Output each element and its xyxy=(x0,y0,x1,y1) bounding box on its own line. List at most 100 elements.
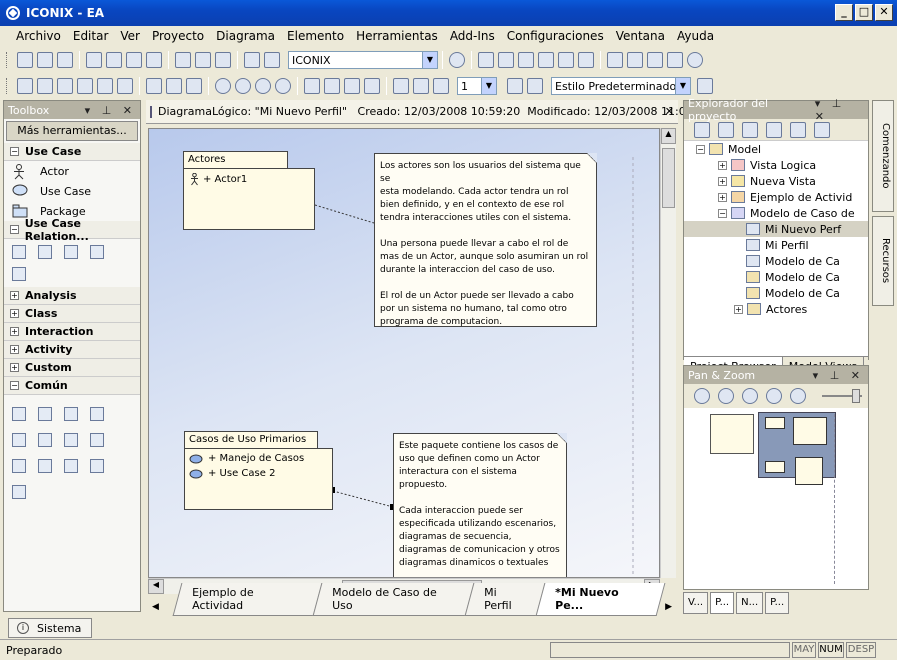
extend-icon[interactable] xyxy=(90,245,104,259)
menu-add-ins[interactable]: Add-Ins xyxy=(444,29,501,43)
tab-recursos[interactable]: Recursos xyxy=(872,216,894,306)
zoom-slider-handle[interactable] xyxy=(852,389,860,403)
zoom-slider[interactable] xyxy=(822,389,862,403)
group-use-case-relations[interactable]: − Use Case Relation... xyxy=(4,217,140,243)
save-icon[interactable] xyxy=(57,52,73,68)
boundary-tool-icon[interactable] xyxy=(90,433,104,447)
group-interaction[interactable]: + Interaction xyxy=(4,323,140,341)
preview-icon[interactable] xyxy=(195,52,211,68)
menu-editar[interactable]: Editar xyxy=(67,29,115,43)
tab-scroll-right-icon[interactable]: ▶ xyxy=(661,598,676,616)
layout-icon[interactable] xyxy=(117,78,133,94)
align-top-icon[interactable] xyxy=(57,78,73,94)
panel-controls[interactable]: ▾ ⊥ ✕ xyxy=(85,104,136,117)
profile-combo[interactable]: ICONIX ▼ xyxy=(288,51,438,69)
dock-tab[interactable]: V... xyxy=(683,592,709,614)
tree-item[interactable]: + Ejemplo de Activid xyxy=(684,189,868,205)
back-arrow-icon[interactable] xyxy=(146,78,162,94)
viewport-rect[interactable] xyxy=(758,412,836,485)
document-icon[interactable] xyxy=(538,52,554,68)
dependency-tool-icon[interactable] xyxy=(12,459,26,473)
zoom-100-icon[interactable] xyxy=(275,78,291,94)
usecases-package[interactable]: + Manejo de Casos + Use Case 2 xyxy=(184,448,333,510)
font-color-icon[interactable] xyxy=(413,78,429,94)
print-icon[interactable] xyxy=(215,52,231,68)
new-file-icon[interactable] xyxy=(17,52,33,68)
note-icon[interactable] xyxy=(478,52,494,68)
check-tool-icon[interactable] xyxy=(12,433,26,447)
issue-tool-icon[interactable] xyxy=(38,433,52,447)
forward-arrow-icon[interactable] xyxy=(166,78,182,94)
line-width-combo[interactable]: 1 ▼ xyxy=(457,77,497,95)
list-icon[interactable] xyxy=(558,52,574,68)
undo-icon[interactable] xyxy=(126,52,142,68)
folder-icon[interactable] xyxy=(742,121,758,138)
realize-icon[interactable] xyxy=(12,267,26,281)
usecases-note[interactable]: Este paquete contiene los casos de uso q… xyxy=(393,433,567,577)
tree-item[interactable]: + Vista Logica xyxy=(684,157,868,173)
tree-item[interactable]: Mi Perfil xyxy=(684,237,868,253)
find-icon[interactable] xyxy=(175,52,191,68)
menu-proyecto[interactable]: Proyecto xyxy=(146,29,210,43)
zoom-100-icon[interactable] xyxy=(766,388,782,404)
relations-icon[interactable] xyxy=(304,78,320,94)
toolbar-grip-2[interactable] xyxy=(6,78,9,94)
line-color-icon[interactable] xyxy=(433,78,449,94)
tab-mi-perfil[interactable]: Mi Perfil xyxy=(464,583,546,616)
open-icon[interactable] xyxy=(37,52,53,68)
help-icon[interactable] xyxy=(449,52,465,68)
tab-ejemplo-actividad[interactable]: Ejemplo de Actividad xyxy=(172,583,323,616)
zoom-out-icon[interactable] xyxy=(235,78,251,94)
group-activity[interactable]: + Activity xyxy=(4,341,140,359)
paste-icon[interactable] xyxy=(106,52,122,68)
artifact-tool-icon[interactable] xyxy=(90,407,104,421)
group-custom[interactable]: + Custom xyxy=(4,359,140,377)
group-icon[interactable] xyxy=(667,52,683,68)
fill-color-icon[interactable] xyxy=(393,78,409,94)
tree-item[interactable]: + Nueva Vista xyxy=(684,173,868,189)
generalization-icon[interactable] xyxy=(38,245,52,259)
diagram-canvas[interactable]: Actores + Actor1 Los actores son los usu… xyxy=(148,128,660,578)
new-diagram-icon[interactable] xyxy=(718,121,734,138)
tab-modelo-caso-uso[interactable]: Modelo de Caso de Uso xyxy=(312,583,475,616)
tree-item[interactable]: − Modelo de Caso de xyxy=(684,205,868,221)
zoom-reset-icon[interactable] xyxy=(790,388,806,404)
network-icon[interactable] xyxy=(647,52,663,68)
align-bottom-icon[interactable] xyxy=(77,78,93,94)
report-icon[interactable] xyxy=(244,52,260,68)
web-icon[interactable] xyxy=(687,52,703,68)
align-left-icon[interactable] xyxy=(17,78,33,94)
usecase-item[interactable]: + Use Case 2 xyxy=(185,464,332,479)
group-comun[interactable]: − Común xyxy=(4,377,140,395)
dock-tab[interactable]: P... xyxy=(765,592,790,614)
scroll-left-icon[interactable]: ◀ xyxy=(148,579,164,594)
realize-tool-icon[interactable] xyxy=(64,459,78,473)
close-button[interactable]: ✕ xyxy=(875,4,893,21)
group-use-case[interactable]: − Use Case xyxy=(4,143,140,161)
tab-comenzando[interactable]: Comenzando xyxy=(872,100,894,212)
minimize-button[interactable]: _ xyxy=(835,4,853,21)
more-tools-button[interactable]: Más herramientas... xyxy=(6,121,138,141)
vertical-scrollbar[interactable]: ▲ xyxy=(660,128,676,578)
note-link-tool-icon[interactable] xyxy=(12,485,26,499)
panel-controls[interactable]: ▾ ⊥ ✕ xyxy=(813,369,864,382)
usecases-package-tab[interactable]: Casos de Uso Primarios xyxy=(184,431,318,449)
settings-icon[interactable] xyxy=(627,52,643,68)
group-class[interactable]: + Class xyxy=(4,305,140,323)
tree-item[interactable]: Modelo de Ca xyxy=(684,285,868,301)
connector-icon[interactable] xyxy=(578,52,594,68)
text-tool-icon[interactable] xyxy=(38,407,52,421)
redo-icon[interactable] xyxy=(146,52,162,68)
menu-elemento[interactable]: Elemento xyxy=(281,29,350,43)
association-icon[interactable] xyxy=(12,245,26,259)
home-icon[interactable] xyxy=(186,78,202,94)
zoom-in-icon[interactable] xyxy=(215,78,231,94)
scroll-up-icon[interactable]: ▲ xyxy=(661,128,676,144)
menu-configuraciones[interactable]: Configuraciones xyxy=(501,29,610,43)
usecase-item[interactable]: + Manejo de Casos xyxy=(185,449,332,464)
menu-ayuda[interactable]: Ayuda xyxy=(671,29,720,43)
toolbox-actor[interactable]: Actor xyxy=(4,161,140,181)
align-center-icon[interactable] xyxy=(37,78,53,94)
apply-style-icon[interactable] xyxy=(697,78,713,94)
style-combo[interactable]: Estilo Predeterminado ▼ xyxy=(551,77,691,95)
